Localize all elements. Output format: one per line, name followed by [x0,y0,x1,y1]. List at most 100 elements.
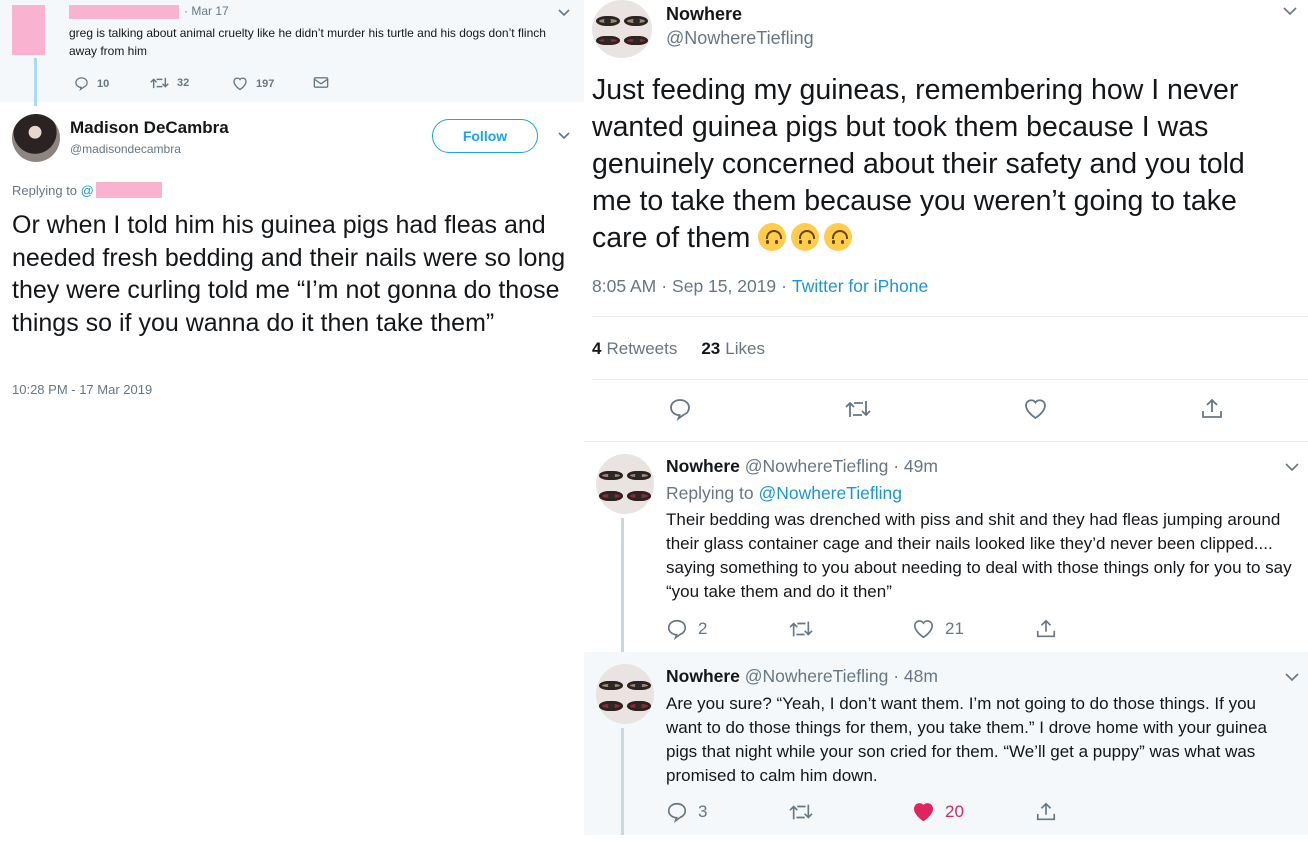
redacted-mention [95,182,162,198]
divider [592,379,1308,380]
replying-to-at[interactable]: @ [81,183,94,198]
retweet-button[interactable]: 32 [150,76,189,90]
reply-button[interactable]: 3 [666,801,707,823]
right-screenshot: Nowhere @NowhereTiefling Just feeding my… [584,0,1308,844]
reply-tweet[interactable]: Nowhere @NowhereTiefling · 49m Replying … [584,442,1308,652]
reply-age[interactable]: · 49m [893,456,938,476]
tweet-text: Or when I told him his guinea pigs had f… [12,211,566,337]
reply-text: Are you sure? “Yeah, I don’t want them. … [666,694,1267,785]
reply-button[interactable]: 10 [74,76,109,91]
upside-down-face-emoji [758,223,787,251]
tweet-date[interactable]: Sep 15, 2019 [672,276,776,296]
reply-icon [74,76,89,91]
chevron-down-icon[interactable] [1284,672,1300,683]
reply-icon [666,801,688,823]
reply-button[interactable] [668,397,692,421]
tweet-text-body: Just feeding my guineas, remembering how… [592,74,1245,254]
replying-to: Replying to @ [12,182,162,198]
thread-connector-line [34,58,37,106]
author-handle[interactable]: @madisondecambra [70,142,181,156]
likes-count: 23 [701,339,721,358]
share-button[interactable] [1035,618,1057,640]
redacted-username [69,5,179,19]
tweet-timestamp[interactable]: 10:28 PM - 17 Mar 2019 [12,382,152,397]
redacted-avatar [12,5,45,55]
parent-tweet-text: greg is talking about animal cruelty lik… [69,26,546,58]
likes-label: Likes [725,339,765,358]
avatar[interactable] [596,454,654,514]
share-icon [1202,398,1222,418]
reply-header: Nowhere @NowhereTiefling · 49m [666,456,938,477]
chevron-down-icon[interactable] [557,8,571,18]
retweet-icon [845,401,871,417]
retweet-button[interactable] [788,618,814,640]
tweet-source[interactable]: Twitter for iPhone [792,276,928,296]
share-icon [1035,618,1057,640]
thread-connector-line [621,518,624,652]
reply-text: Their bedding was drenched with piss and… [666,510,1292,601]
follow-button[interactable]: Follow [432,119,538,153]
likes-stat[interactable]: 23 Likes [701,339,765,359]
author-name[interactable]: Nowhere [666,456,740,476]
like-button[interactable]: 21 [912,618,964,640]
reply-count: 3 [698,802,708,821]
replying-to-handle[interactable]: @NowhereTiefling [758,483,902,503]
envelope-icon [313,76,329,89]
reply-button[interactable]: 2 [666,618,707,640]
replying-to: Replying to @NowhereTiefling [666,483,902,504]
reply-age[interactable]: · 48m [893,666,938,686]
author-handle[interactable]: @NowhereTiefling [666,28,814,49]
heart-icon [912,618,935,640]
reply-count: 2 [698,619,708,638]
retweets-label: Retweets [606,339,678,358]
avatar[interactable] [592,0,652,58]
upside-down-face-emoji [791,223,820,251]
chevron-down-icon[interactable] [1284,462,1300,473]
divider [592,316,1308,317]
author-handle[interactable]: @NowhereTiefling [745,666,889,686]
retweet-count: 32 [177,77,190,89]
author-name[interactable]: Nowhere [666,666,740,686]
avatar[interactable] [12,114,60,162]
retweet-icon [788,801,814,823]
parent-tweet[interactable]: · Mar 17 greg is talking about animal cr… [0,0,584,102]
parent-timestamp[interactable]: · Mar 17 [184,4,229,18]
tweet-meta: 8:05 AM · Sep 15, 2019 · Twitter for iPhone [592,276,929,296]
like-count: 20 [945,802,964,821]
left-screenshot: · Mar 17 greg is talking about animal cr… [0,0,584,844]
message-button[interactable] [313,76,329,89]
retweet-button[interactable] [844,397,872,421]
heart-icon [232,76,248,91]
like-button[interactable] [1023,397,1048,421]
avatar[interactable] [596,664,654,724]
heart-filled-icon [912,801,935,823]
thread-connector-line [621,728,624,835]
retweet-button[interactable] [788,801,814,823]
retweet-icon [150,76,169,90]
tweet-text: Just feeding my guineas, remembering how… [592,72,1292,257]
retweets-stat[interactable]: 4 Retweets [592,339,677,359]
reply-tweet[interactable]: Nowhere @NowhereTiefling · 48m Are you s… [584,652,1308,835]
chevron-down-icon[interactable] [557,131,571,141]
author-name[interactable]: Madison DeCambra [70,118,229,138]
like-button[interactable]: 197 [232,76,274,91]
like-count: 197 [256,77,275,90]
reply-icon [670,399,690,421]
reply-count: 10 [97,77,110,90]
replying-to-label: Replying to [666,483,754,503]
retweet-icon [788,618,814,640]
reply-header: Nowhere @NowhereTiefling · 48m [666,666,938,687]
replying-to-label: Replying to [12,182,78,198]
retweets-count: 4 [592,339,602,358]
tweet-stats: 4 Retweets 23 Likes [592,339,765,359]
author-handle[interactable]: @NowhereTiefling [745,456,889,476]
heart-icon [1025,399,1046,420]
author-name[interactable]: Nowhere [666,4,742,25]
tweet-time[interactable]: 8:05 AM [592,276,656,296]
chevron-down-icon[interactable] [1282,6,1298,17]
share-icon [1035,801,1057,823]
like-button[interactable]: 20 [912,801,964,823]
share-button[interactable] [1035,801,1057,823]
share-button[interactable] [1200,397,1224,421]
like-count: 21 [945,619,964,638]
